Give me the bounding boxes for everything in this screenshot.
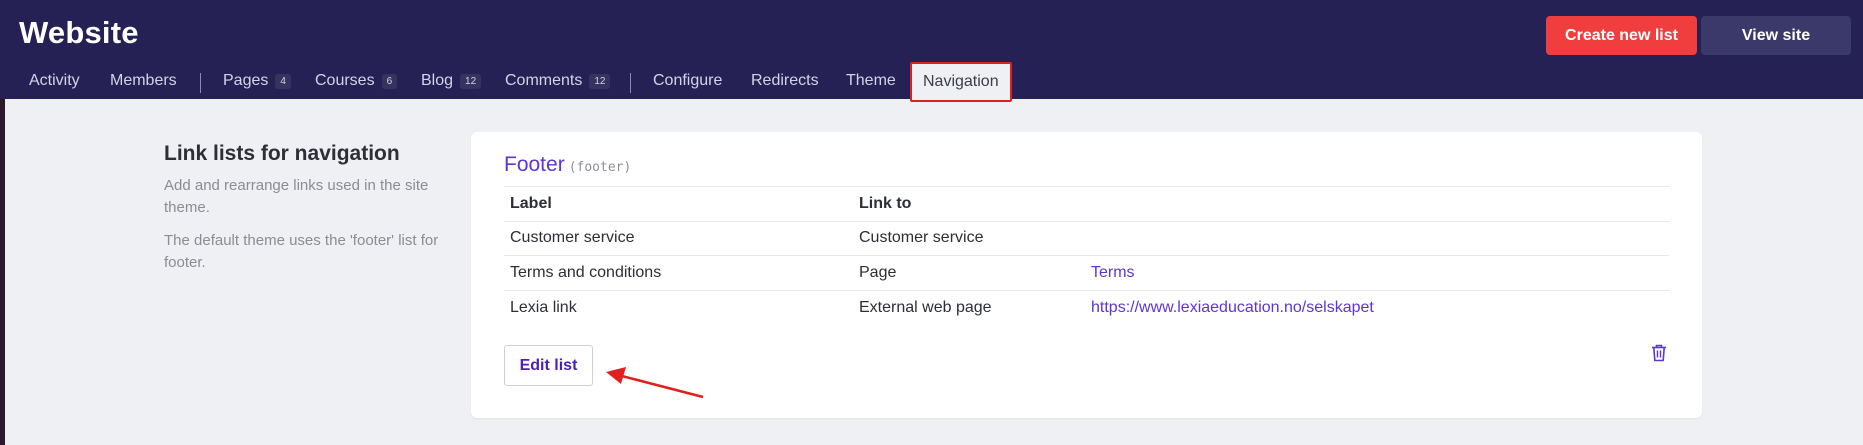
tab-navigation[interactable]: Navigation bbox=[910, 62, 1012, 102]
table-header-row: Label Link to bbox=[504, 186, 1669, 221]
table-row: Terms and conditions Page Terms bbox=[504, 255, 1669, 290]
nav-divider bbox=[630, 73, 631, 93]
table-row: Lexia link External web page https://www… bbox=[504, 289, 1669, 325]
page-title: Website bbox=[19, 15, 139, 50]
tab-navigation-label: Navigation bbox=[923, 73, 999, 90]
row-target bbox=[1085, 220, 1669, 256]
link-list-title[interactable]: Footer (footer) bbox=[504, 153, 631, 177]
sidebar-info: Link lists for navigation Add and rearra… bbox=[164, 142, 454, 285]
row-link-type: Page bbox=[853, 255, 1085, 290]
courses-count-badge: 6 bbox=[381, 73, 398, 89]
nav-divider bbox=[200, 73, 201, 93]
tab-theme[interactable]: Theme bbox=[846, 63, 896, 99]
row-link-type: External web page bbox=[853, 289, 1085, 325]
section-note: The default theme uses the 'footer' list… bbox=[164, 232, 439, 271]
row-target-link[interactable]: Terms bbox=[1091, 264, 1135, 281]
tab-comments-label: Comments bbox=[505, 72, 583, 89]
tab-theme-label: Theme bbox=[846, 72, 896, 89]
link-list-code: (footer) bbox=[568, 160, 632, 175]
trash-icon[interactable] bbox=[1651, 344, 1667, 362]
pages-count-badge: 4 bbox=[275, 73, 291, 89]
tab-courses[interactable]: Courses 6 bbox=[315, 63, 398, 99]
table-row: Customer service Customer service bbox=[504, 220, 1669, 256]
tab-comments[interactable]: Comments 12 bbox=[505, 63, 611, 99]
column-header-link-to: Link to bbox=[853, 186, 1085, 221]
row-link-type: Customer service bbox=[853, 220, 1085, 256]
tab-courses-label: Courses bbox=[315, 72, 375, 89]
row-label: Terms and conditions bbox=[504, 255, 853, 290]
tab-members[interactable]: Members bbox=[110, 63, 177, 99]
column-header-label: Label bbox=[504, 186, 853, 221]
column-header-target bbox=[1085, 186, 1669, 221]
tab-configure-label: Configure bbox=[653, 72, 723, 89]
row-target-link[interactable]: https://www.lexiaeducation.no/selskapet bbox=[1091, 299, 1374, 316]
link-list-name: Footer bbox=[504, 153, 565, 176]
tab-nav: Activity Members Pages 4 Courses 6 Blog … bbox=[0, 62, 1863, 102]
tab-pages[interactable]: Pages 4 bbox=[223, 63, 291, 99]
create-new-list-button[interactable]: Create new list bbox=[1546, 16, 1697, 55]
view-site-button[interactable]: View site bbox=[1701, 16, 1851, 55]
section-title: Link lists for navigation bbox=[164, 142, 400, 165]
red-arrow-icon bbox=[606, 367, 704, 399]
row-label: Customer service bbox=[504, 220, 853, 256]
site-header: Website Create new list View site Activi… bbox=[0, 0, 1863, 102]
section-description: Add and rearrange links used in the site… bbox=[164, 177, 429, 216]
tab-blog-label: Blog bbox=[421, 72, 454, 89]
tab-pages-label: Pages bbox=[223, 72, 269, 89]
links-table: Label Link to Customer service Customer … bbox=[504, 186, 1669, 325]
tab-activity[interactable]: Activity bbox=[29, 63, 80, 99]
tab-blog[interactable]: Blog 12 bbox=[421, 63, 482, 99]
tab-redirects-label: Redirects bbox=[751, 72, 819, 89]
row-label: Lexia link bbox=[504, 289, 853, 325]
comments-count-badge: 12 bbox=[589, 73, 611, 89]
tab-configure[interactable]: Configure bbox=[653, 63, 722, 99]
tab-members-label: Members bbox=[110, 72, 177, 89]
edit-list-button[interactable]: Edit list bbox=[504, 345, 593, 386]
tab-redirects[interactable]: Redirects bbox=[751, 63, 819, 99]
tab-activity-label: Activity bbox=[29, 72, 80, 89]
blog-count-badge: 12 bbox=[460, 73, 482, 89]
